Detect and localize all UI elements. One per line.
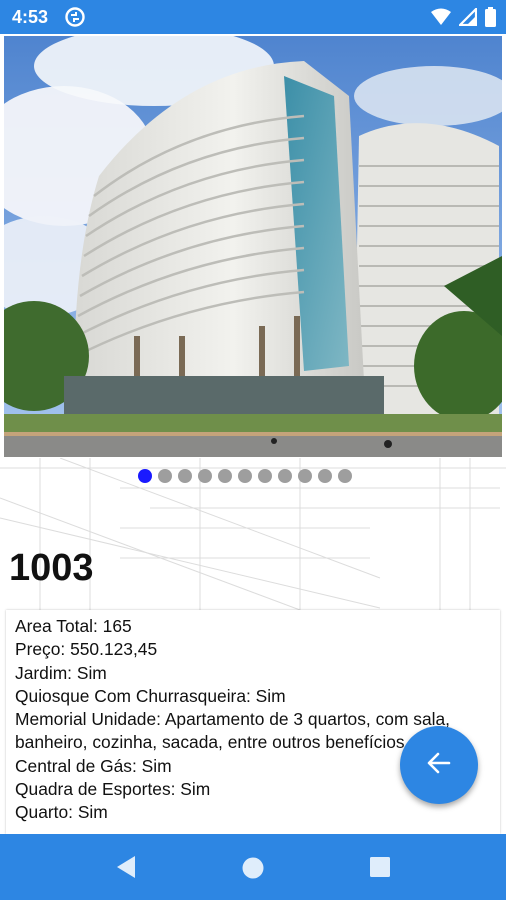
detail-area-total: Area Total: 165 [15, 616, 132, 636]
carousel-dot[interactable] [158, 469, 172, 483]
status-bar: 4:53 [0, 0, 506, 34]
detail-jardim: Jardim: Sim [15, 662, 107, 683]
detail-preco: Preço: 550.123,45 [15, 639, 158, 660]
carousel-dot[interactable] [238, 469, 252, 483]
sync-icon [64, 6, 86, 33]
carousel-dot[interactable] [318, 469, 332, 483]
back-fab-button[interactable] [400, 726, 478, 804]
carousel-dot[interactable] [138, 469, 152, 483]
system-nav-bar [0, 834, 506, 900]
detail-quiosque: Quiosque Com Churrasqueira: Sim [15, 685, 286, 706]
status-icons [431, 6, 496, 32]
wifi-icon [431, 8, 451, 31]
carousel-dot[interactable] [338, 469, 352, 483]
carousel-dot[interactable] [218, 469, 232, 483]
status-time: 4:53 [12, 7, 49, 27]
carousel-dot[interactable] [298, 469, 312, 483]
back-triangle-icon[interactable] [114, 854, 138, 885]
arrow-back-icon [426, 750, 452, 781]
recents-square-icon[interactable] [369, 856, 391, 883]
detail-quarto: Quarto: Sim [15, 802, 108, 823]
unit-title: 1003 [9, 547, 94, 589]
home-circle-icon[interactable] [241, 856, 265, 885]
carousel-dot[interactable] [198, 469, 212, 483]
carousel-dot[interactable] [278, 469, 292, 483]
building-photo[interactable] [4, 36, 502, 457]
carousel-dots[interactable] [138, 469, 352, 483]
carousel-dot[interactable] [258, 469, 272, 483]
signal-icon [457, 6, 478, 31]
screen: 4:53 1003 Area Total: 165 Preço: 550.123… [0, 0, 506, 900]
carousel-dot[interactable] [178, 469, 192, 483]
battery-icon [485, 7, 496, 32]
